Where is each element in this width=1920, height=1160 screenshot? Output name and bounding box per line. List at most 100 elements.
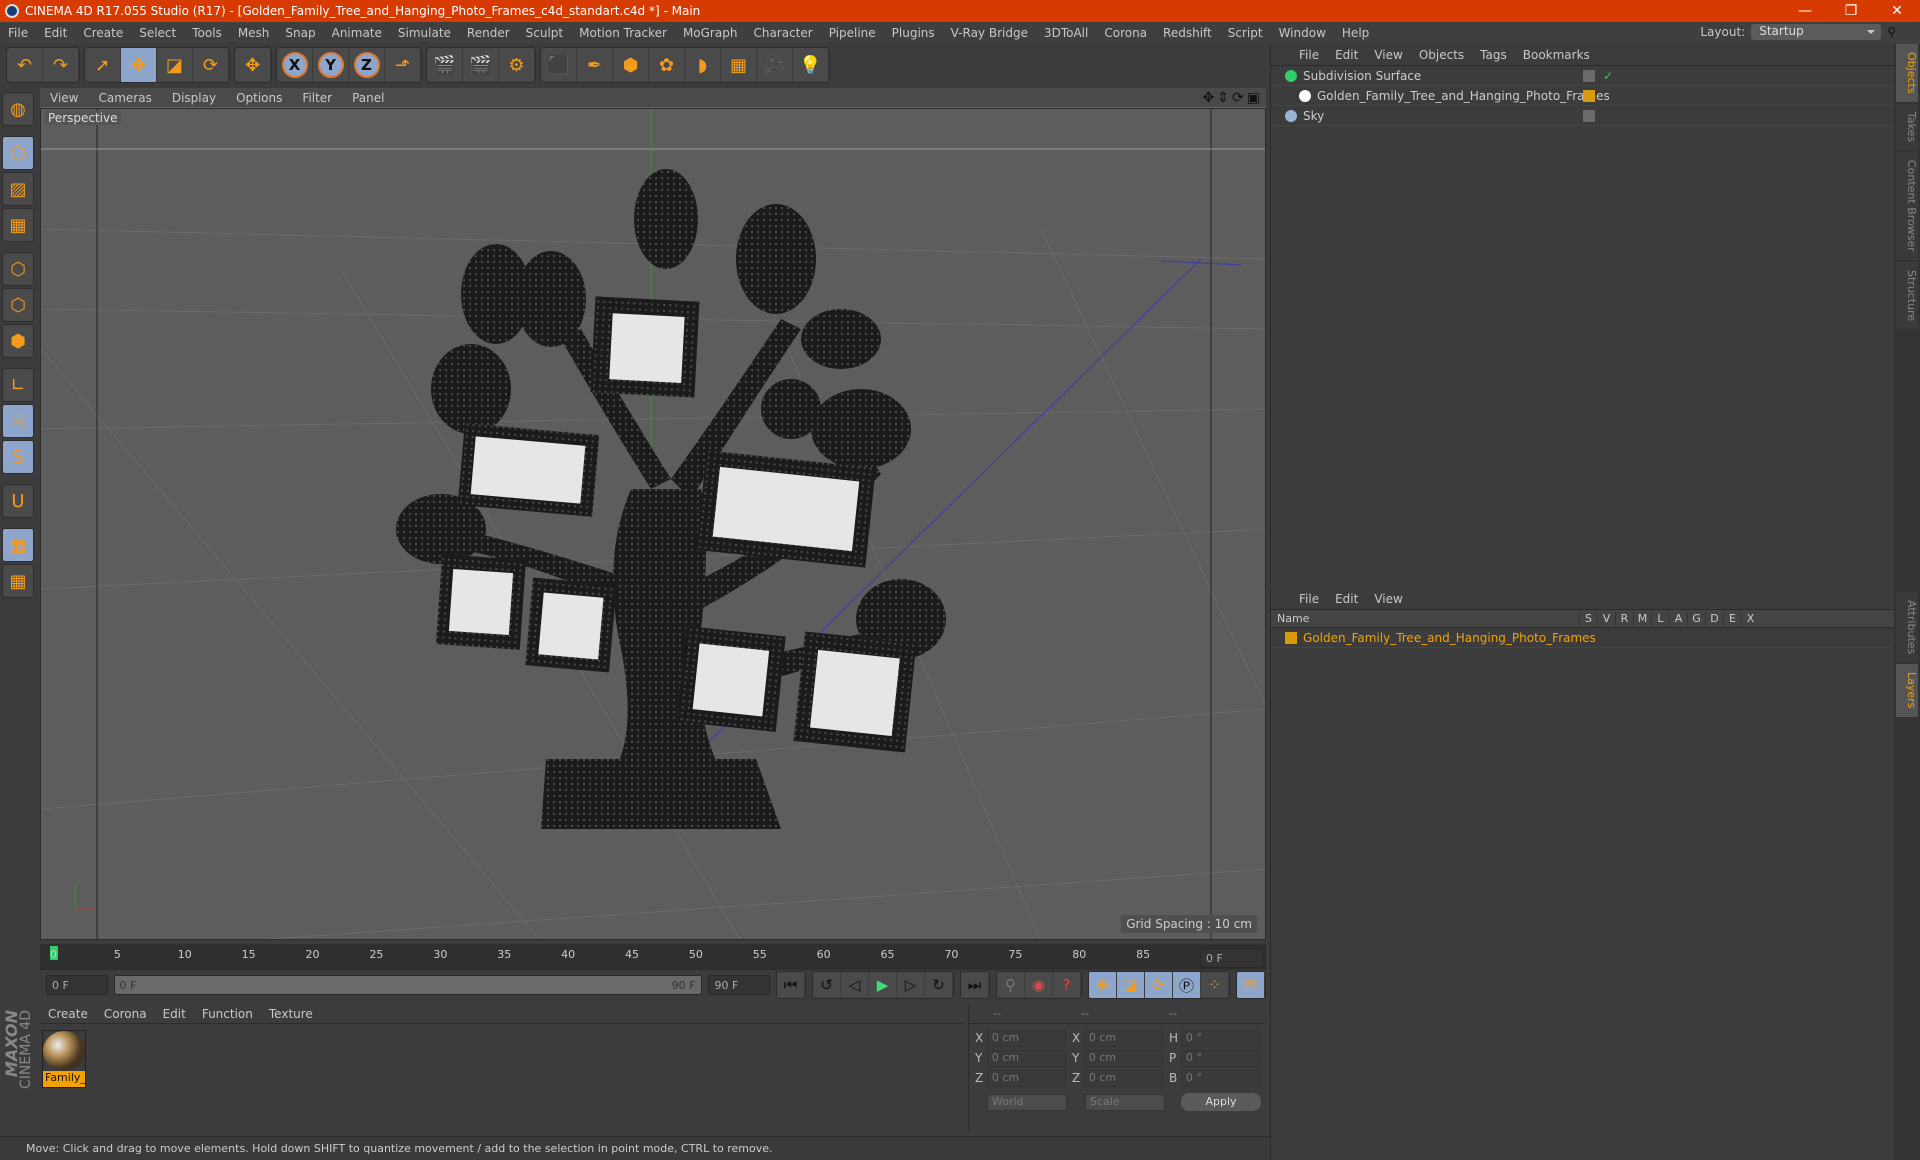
menu-plugins[interactable]: Plugins [884,26,943,40]
menu-redshift[interactable]: Redshift [1155,26,1220,40]
object-menu-file[interactable]: File [1291,48,1327,62]
polygons-mode-button[interactable]: ⬢ [2,324,34,358]
apply-button[interactable]: Apply [1181,1093,1261,1111]
layout-dropdown[interactable]: Startup [1751,24,1882,40]
menu-sculpt[interactable]: Sculpt [518,26,571,40]
object-name[interactable]: Subdivision Surface [1303,69,1421,83]
workplane-button[interactable]: ▦ [2,208,34,242]
pen-button[interactable]: ✒ [577,48,613,82]
menu-pipeline[interactable]: Pipeline [821,26,884,40]
layer-column-s[interactable]: S [1579,612,1597,625]
menu-window[interactable]: Window [1271,26,1334,40]
cloner-button[interactable]: ✿ [649,48,685,82]
render-view-button[interactable]: 🎬 [427,48,463,82]
menu-file[interactable]: File [0,26,36,40]
model-mode-button[interactable]: ◍ [2,92,34,126]
render-picture-viewer-button[interactable]: 🎬 [463,48,499,82]
coordinate-system-button[interactable]: ⬏ [385,48,421,82]
menu-script[interactable]: Script [1220,26,1271,40]
motion-record-icon[interactable]: ⚲ [997,972,1026,998]
edges-mode-button[interactable]: ⬡ [2,288,34,322]
coord-field[interactable]: 0 ° [1180,1049,1260,1067]
menu-select[interactable]: Select [131,26,184,40]
frame-range-slider[interactable]: 0 F 90 F [113,975,703,995]
undo-button[interactable]: ↶ [7,48,43,82]
menu-corona[interactable]: Corona [1096,26,1155,40]
go-to-next-key-icon[interactable]: ↻ [925,972,954,998]
zoom-view-icon[interactable]: ⇕ [1217,90,1229,106]
scale-track-icon[interactable]: ◪ [1117,972,1146,998]
coord-field[interactable]: 0 ° [1180,1029,1260,1047]
layer-column-v[interactable]: V [1597,612,1615,625]
step-back-icon[interactable]: ◁ [841,972,870,998]
menu-create[interactable]: Create [75,26,131,40]
go-to-end-icon[interactable]: ⏭ [961,972,990,998]
axis-mode-button[interactable]: ∟ [2,368,34,402]
keyframe-selection-icon[interactable]: ? [1053,972,1082,998]
layer-name[interactable]: Golden_Family_Tree_and_Hanging_Photo_Fra… [1303,631,1596,645]
light-button[interactable]: 💡 [793,48,829,82]
layer-column-name[interactable]: Name [1271,612,1579,625]
layer-column-d[interactable]: D [1705,612,1723,625]
points-mode-button[interactable]: ⬡ [2,252,34,286]
close-button[interactable]: ✕ [1874,3,1920,19]
parameter-track-icon[interactable]: Ⓟ [1173,972,1202,998]
play-icon[interactable]: ▶ [869,972,898,998]
x-axis-button[interactable]: X [277,48,313,82]
floor-button[interactable]: ▦ [721,48,757,82]
viewport-menu-view[interactable]: View [40,91,88,105]
object-menu-view[interactable]: View [1366,48,1410,62]
material-menu-edit[interactable]: Edit [155,1007,194,1021]
minimize-button[interactable]: — [1782,3,1828,19]
rotation-track-icon[interactable]: ⟳ [1145,972,1174,998]
object-row[interactable]: Sky [1271,106,1894,126]
display-tag-icon[interactable] [1583,69,1595,82]
texture-mode-button[interactable]: ▨ [2,172,34,206]
display-tag-icon[interactable] [1583,109,1595,122]
menu-mesh[interactable]: Mesh [230,26,278,40]
maximize-view-icon[interactable]: ▣ [1247,90,1260,106]
menu-simulate[interactable]: Simulate [390,26,459,40]
select-button[interactable]: ➚ [85,48,121,82]
viewport-menu-cameras[interactable]: Cameras [88,91,161,105]
tab-structure[interactable]: Structure [1896,261,1918,329]
object-mode-button[interactable]: ⬡ [2,136,34,170]
move-button[interactable]: ✥ [121,48,157,82]
lock-workplane-button[interactable]: ▦ [2,528,34,562]
layer-column-e[interactable]: E [1723,612,1741,625]
tab-content-browser[interactable]: Content Browser [1896,151,1918,260]
start-frame-field[interactable]: 0 F [46,975,108,995]
timeline-ruler[interactable]: 051015202530354045505560657075808590 [40,944,1266,970]
layer-row[interactable]: Golden_Family_Tree_and_Hanging_Photo_Fra… [1271,628,1894,648]
menu-animate[interactable]: Animate [324,26,390,40]
end-frame-field[interactable]: 90 F [708,975,771,995]
menu-v-ray-bridge[interactable]: V-Ray Bridge [943,26,1036,40]
camera-button[interactable]: 🎥 [757,48,793,82]
coord-field[interactable]: 0 cm [986,1069,1066,1087]
z-axis-button[interactable]: Z [349,48,385,82]
material-swatch[interactable]: Family_T [42,1030,86,1088]
enabled-check-icon[interactable]: ✓ [1603,69,1613,83]
menu-help[interactable]: Help [1334,26,1377,40]
layer-column-g[interactable]: G [1687,612,1705,625]
menu-render[interactable]: Render [459,26,518,40]
search-icon[interactable]: ⚲ [1887,25,1896,39]
menu-3dtoall[interactable]: 3DToAll [1036,26,1096,40]
step-forward-icon[interactable]: ▷ [897,972,926,998]
menu-snap[interactable]: Snap [277,26,323,40]
point-level-icon[interactable]: ⁘ [1201,972,1230,998]
coord-mode-dropdown[interactable]: World [987,1093,1067,1111]
menu-mograph[interactable]: MoGraph [675,26,746,40]
render-settings-button[interactable]: ⚙ [499,48,535,82]
current-frame-field[interactable]: 0 F [1200,948,1264,968]
object-menu-tags[interactable]: Tags [1472,48,1515,62]
layer-column-a[interactable]: A [1669,612,1687,625]
scale-button[interactable]: ◪ [157,48,193,82]
layer-menu-view[interactable]: View [1366,592,1410,606]
layer-column-x[interactable]: X [1741,612,1759,625]
autokey-icon[interactable]: ◉ [1025,972,1054,998]
object-row[interactable]: Subdivision Surface ✓ [1271,66,1894,86]
viewport-menu-display[interactable]: Display [162,91,226,105]
rotate-view-icon[interactable]: ⟳ [1232,90,1244,106]
layer-column-r[interactable]: R [1615,612,1633,625]
